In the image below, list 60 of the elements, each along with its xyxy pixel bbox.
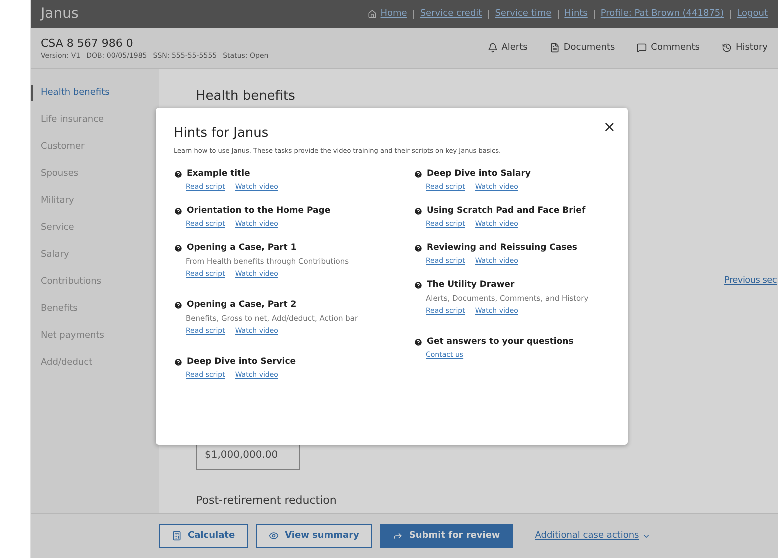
help-icon (414, 206, 423, 216)
bell-icon (488, 43, 498, 53)
hint-title: Get answers to your questions (427, 337, 574, 347)
more-actions-link[interactable]: Additional case actions (535, 531, 652, 541)
hint-title: Deep Dive into Service (187, 357, 296, 367)
history-icon (722, 43, 732, 53)
help-icon (174, 358, 183, 366)
nav-link[interactable]: Service credit (420, 9, 482, 19)
eye-icon (269, 531, 280, 541)
hint-title: Reviewing and Reissuing Cases (427, 243, 578, 253)
sidebar-item[interactable]: Contributions (31, 274, 159, 290)
nav-link[interactable]: Home (380, 9, 408, 19)
sidebar-item[interactable]: Net payments (31, 328, 159, 344)
action-button[interactable]: Calculate (159, 524, 248, 548)
help-icon (414, 170, 423, 178)
hint-title: Orientation to the Home Page (187, 206, 331, 216)
app-title: Janus (41, 6, 79, 22)
hint-title: Example title (187, 169, 250, 179)
sidebar-item[interactable]: Spouses (31, 166, 159, 182)
utility-button[interactable]: Documents (550, 43, 616, 53)
sidebar-item[interactable]: Military (31, 193, 159, 209)
nav-link[interactable]: Logout (737, 9, 768, 19)
hint-title: Deep Dive into Salary (427, 169, 531, 179)
sidebar-item[interactable]: Life insurance (31, 112, 159, 128)
sidebar-item[interactable]: Add/deduct (31, 355, 159, 371)
sidebar-item[interactable]: Benefits (31, 301, 159, 317)
sidebar-item[interactable]: Customer (31, 139, 159, 155)
dialog-title: Hints for Janus (174, 126, 270, 141)
nav-link[interactable]: Profile: Pat Brown (441875) (600, 9, 724, 19)
home-icon (368, 10, 377, 18)
help-icon (414, 244, 423, 252)
utility-button[interactable]: Alerts (488, 43, 528, 53)
document-icon (550, 43, 560, 53)
help-icon (174, 300, 183, 310)
close-button[interactable]: × (603, 118, 616, 136)
section-heading: Health benefits (196, 89, 296, 104)
field-label: Post-retirement reduction (196, 494, 338, 507)
help-icon (174, 244, 183, 252)
utility-button[interactable]: Comments (637, 43, 700, 53)
sidebar-item[interactable]: Health benefits (31, 85, 159, 101)
case-number: CSA 8 567 986 0 (41, 36, 134, 50)
hint-title: Opening a Case, Part 1 (187, 243, 297, 253)
nav-link[interactable]: Service time (495, 9, 552, 19)
help-icon (414, 280, 423, 290)
hint-title: Using Scratch Pad and Face Brief (427, 206, 586, 216)
hint-title: Opening a Case, Part 2 (187, 300, 297, 310)
help-icon (174, 170, 183, 178)
sidebar-item[interactable]: Service (31, 220, 159, 236)
calculator-icon (172, 531, 182, 541)
hint-title: The Utility Drawer (427, 280, 515, 290)
help-icon (414, 338, 423, 346)
help-icon (174, 206, 183, 216)
chat-icon (637, 43, 648, 53)
primary-button[interactable]: Submit for review (380, 524, 514, 548)
utility-button[interactable]: History (722, 43, 768, 53)
action-button[interactable]: View summary (256, 524, 372, 548)
previous-link[interactable]: Previous sec (724, 276, 777, 286)
nav-link[interactable]: Hints (564, 9, 588, 19)
forward-arrow-icon (393, 531, 404, 541)
sidebar-item[interactable]: Salary (31, 247, 159, 263)
